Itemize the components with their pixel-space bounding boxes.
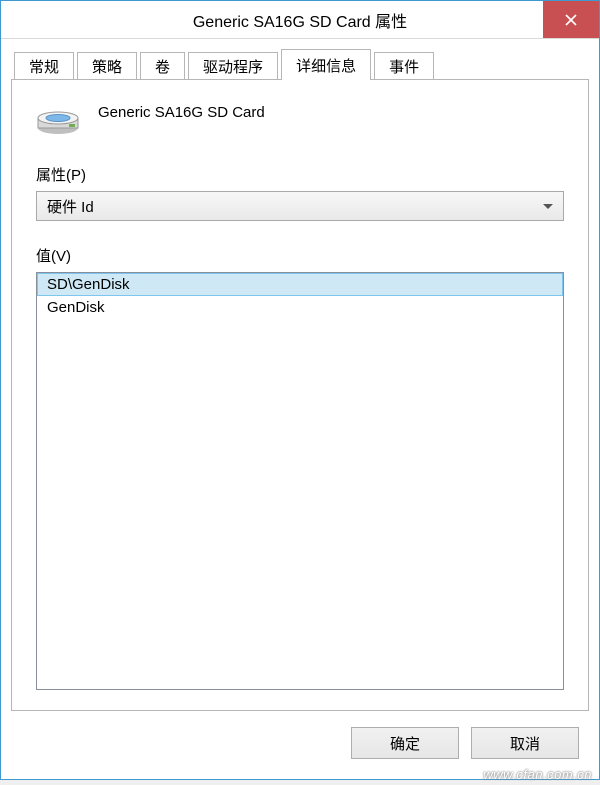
- chevron-down-icon: [543, 204, 553, 209]
- ok-button[interactable]: 确定: [351, 727, 459, 759]
- dialog-body: 常规 策略 卷 驱动程序 详细信息 事件 Generic SA16G SD Ca…: [1, 39, 599, 779]
- list-item[interactable]: SD\GenDisk: [37, 273, 563, 296]
- close-button[interactable]: [543, 1, 599, 38]
- tab-details[interactable]: 详细信息: [281, 49, 371, 80]
- list-item[interactable]: GenDisk: [37, 296, 563, 319]
- property-selected-value: 硬件 Id: [47, 196, 543, 217]
- device-name: Generic SA16G SD Card: [98, 104, 265, 121]
- property-combobox[interactable]: 硬件 Id: [36, 191, 564, 221]
- cancel-button[interactable]: 取消: [471, 727, 579, 759]
- close-icon: [565, 14, 577, 26]
- value-listbox[interactable]: SD\GenDisk GenDisk: [36, 272, 564, 690]
- tab-policies[interactable]: 策略: [77, 52, 137, 79]
- tab-general[interactable]: 常规: [14, 52, 74, 79]
- tabstrip: 常规 策略 卷 驱动程序 详细信息 事件: [11, 49, 589, 79]
- tab-driver[interactable]: 驱动程序: [188, 52, 278, 79]
- tab-events[interactable]: 事件: [374, 52, 434, 79]
- tab-panel-details: Generic SA16G SD Card 属性(P) 硬件 Id 值(V) S…: [11, 79, 589, 711]
- dialog-buttons: 确定 取消: [11, 711, 589, 769]
- window-title: Generic SA16G SD Card 属性: [1, 1, 543, 38]
- tab-volumes[interactable]: 卷: [140, 52, 185, 79]
- disk-drive-icon: [36, 108, 80, 136]
- property-label: 属性(P): [36, 164, 564, 185]
- value-label: 值(V): [36, 245, 564, 266]
- device-header: Generic SA16G SD Card: [36, 100, 564, 164]
- titlebar: Generic SA16G SD Card 属性: [1, 1, 599, 39]
- properties-dialog: Generic SA16G SD Card 属性 常规 策略 卷 驱动程序 详细…: [0, 0, 600, 780]
